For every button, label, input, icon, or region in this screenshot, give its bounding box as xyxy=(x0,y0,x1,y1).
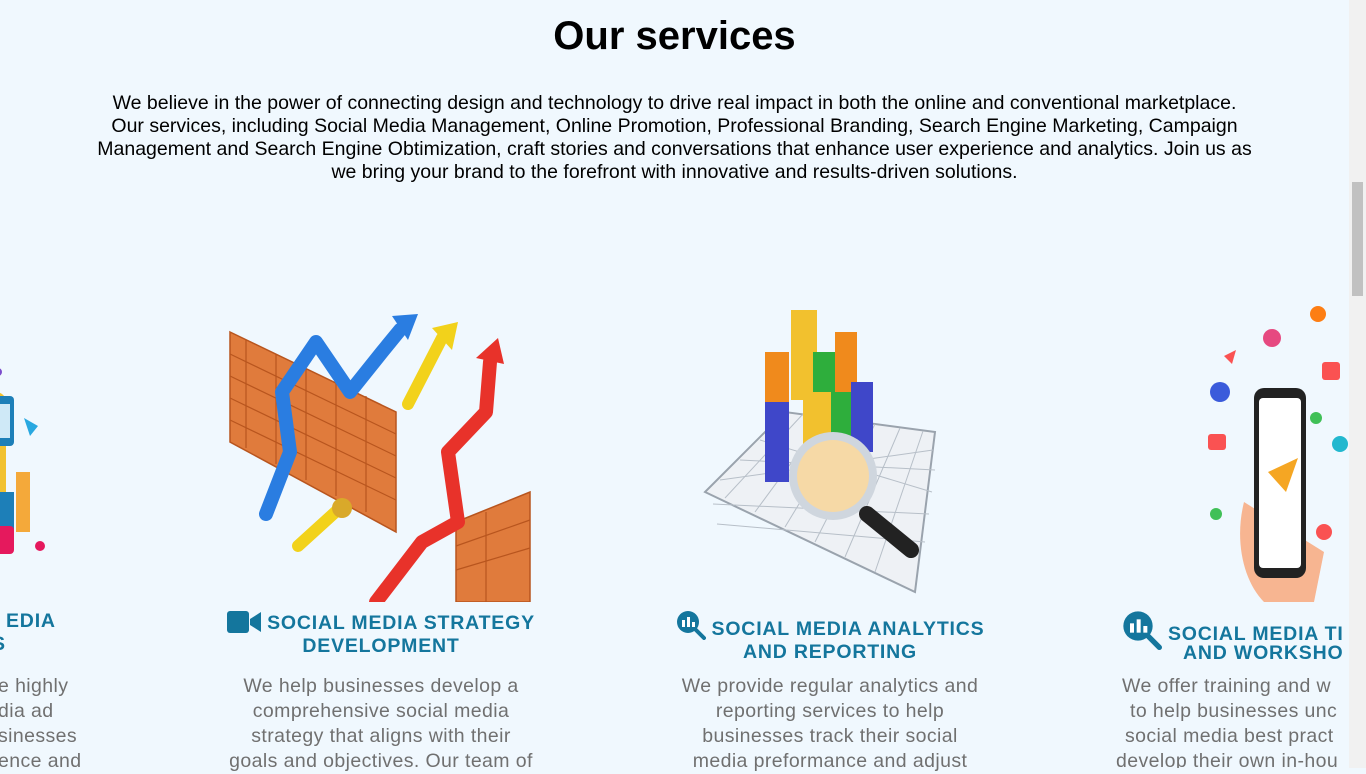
service-text-line: We offer training and w xyxy=(1122,675,1332,697)
scrollbar-thumb[interactable] xyxy=(1352,182,1363,296)
service-text-line: sinesses xyxy=(0,725,78,747)
service-card-title: SOCIAL MEDIA ANALYTICS AND REPORTING xyxy=(635,610,1025,664)
service-title-line: EDIA xyxy=(6,610,56,632)
service-card-title: SOCIAL MEDIA TI AND WORKSHO xyxy=(1084,610,1349,665)
service-text-line: goals and objectives. Our team of xyxy=(229,750,533,772)
advertising-illustration xyxy=(0,368,45,554)
service-card-description: We offer training and w to help business… xyxy=(1084,674,1349,768)
service-card-title: SOCIAL MEDIA STRATEGY DEVELOPMENT xyxy=(186,610,576,658)
service-title-line: DEVELOPMENT xyxy=(302,635,460,657)
training-illustration xyxy=(1208,306,1348,602)
service-text-line: ence and xyxy=(0,750,82,772)
service-title-line: SOCIAL MEDIA STRATEGY xyxy=(267,612,535,634)
service-card-description: We help businesses develop a comprehensi… xyxy=(186,674,576,774)
service-text-line: dia ad xyxy=(0,700,54,722)
service-text-line: social media best pract xyxy=(1125,725,1334,747)
service-text-line: develop their own in-hou xyxy=(1116,750,1339,768)
service-card-description: We provide regular analytics and reporti… xyxy=(635,674,1025,774)
search-analytics-icon xyxy=(676,611,706,640)
search-analytics-icon xyxy=(1123,611,1162,650)
service-text-line: media preformance and adjust xyxy=(692,750,968,772)
service-text-line: comprehensive social media xyxy=(252,700,510,722)
service-title-line: SOCIAL MEDIA ANALYTICS xyxy=(711,618,985,640)
strategy-illustration xyxy=(229,314,531,602)
intro-line: Our services, including Social Media Man… xyxy=(111,115,1238,137)
analytics-illustration xyxy=(703,310,937,594)
service-text-line: reporting services to help xyxy=(715,700,945,722)
intro-line: we bring your brand to the forefront wit… xyxy=(331,161,1018,183)
service-text-line: We provide regular analytics and xyxy=(681,675,979,697)
service-text-line: businesses track their social xyxy=(702,725,958,747)
intro-line: Management and Search Engine Obtimizatio… xyxy=(97,138,1252,160)
services-intro: We believe in the power of connecting de… xyxy=(80,92,1269,184)
service-card-title: EDIA S xyxy=(0,610,182,656)
service-title-line: AND REPORTING xyxy=(743,641,917,663)
intro-line: We believe in the power of connecting de… xyxy=(112,92,1237,114)
service-card-description: e highly dia ad sinesses ence and xyxy=(0,674,182,774)
video-camera-icon xyxy=(227,611,262,633)
vertical-scrollbar[interactable] xyxy=(1349,0,1366,768)
service-card-training[interactable]: SOCIAL MEDIA TI AND WORKSHO We offer tra… xyxy=(1084,292,1349,768)
service-text-line: We help businesses develop a xyxy=(243,675,519,697)
service-title-line: S xyxy=(0,633,182,656)
service-text-line: to help businesses unc xyxy=(1130,700,1338,722)
service-text-line: e highly xyxy=(0,675,69,697)
page-title: Our services xyxy=(553,14,796,58)
service-text-line: strategy that aligns with their xyxy=(251,725,511,747)
